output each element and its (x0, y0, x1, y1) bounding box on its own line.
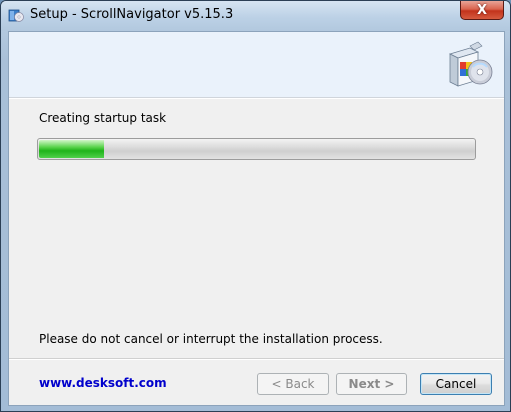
setup-box-cd-icon (448, 41, 493, 87)
progress-fill (39, 140, 104, 158)
status-text: Creating startup task (39, 111, 167, 125)
close-icon: X (476, 2, 488, 18)
installer-app-icon (8, 9, 24, 22)
close-button[interactable]: X (460, 1, 504, 20)
cancel-button[interactable]: Cancel (420, 373, 492, 395)
client-area: Creating startup task Please do not canc… (8, 31, 505, 406)
website-link[interactable]: www.desksoft.com (39, 376, 167, 390)
back-button[interactable]: < Back (257, 373, 329, 395)
title-bar[interactable]: Setup - ScrollNavigator v5.15.3 X (1, 1, 510, 31)
notice-text: Please do not cancel or interrupt the in… (39, 332, 383, 346)
wizard-header (9, 32, 504, 98)
footer-divider-highlight (9, 359, 504, 360)
next-button[interactable]: Next > (336, 373, 407, 395)
progress-bar (37, 138, 476, 160)
setup-window: Setup - ScrollNavigator v5.15.3 X Creati… (0, 0, 511, 412)
header-divider (9, 98, 504, 99)
window-title: Setup - ScrollNavigator v5.15.3 (30, 7, 234, 22)
